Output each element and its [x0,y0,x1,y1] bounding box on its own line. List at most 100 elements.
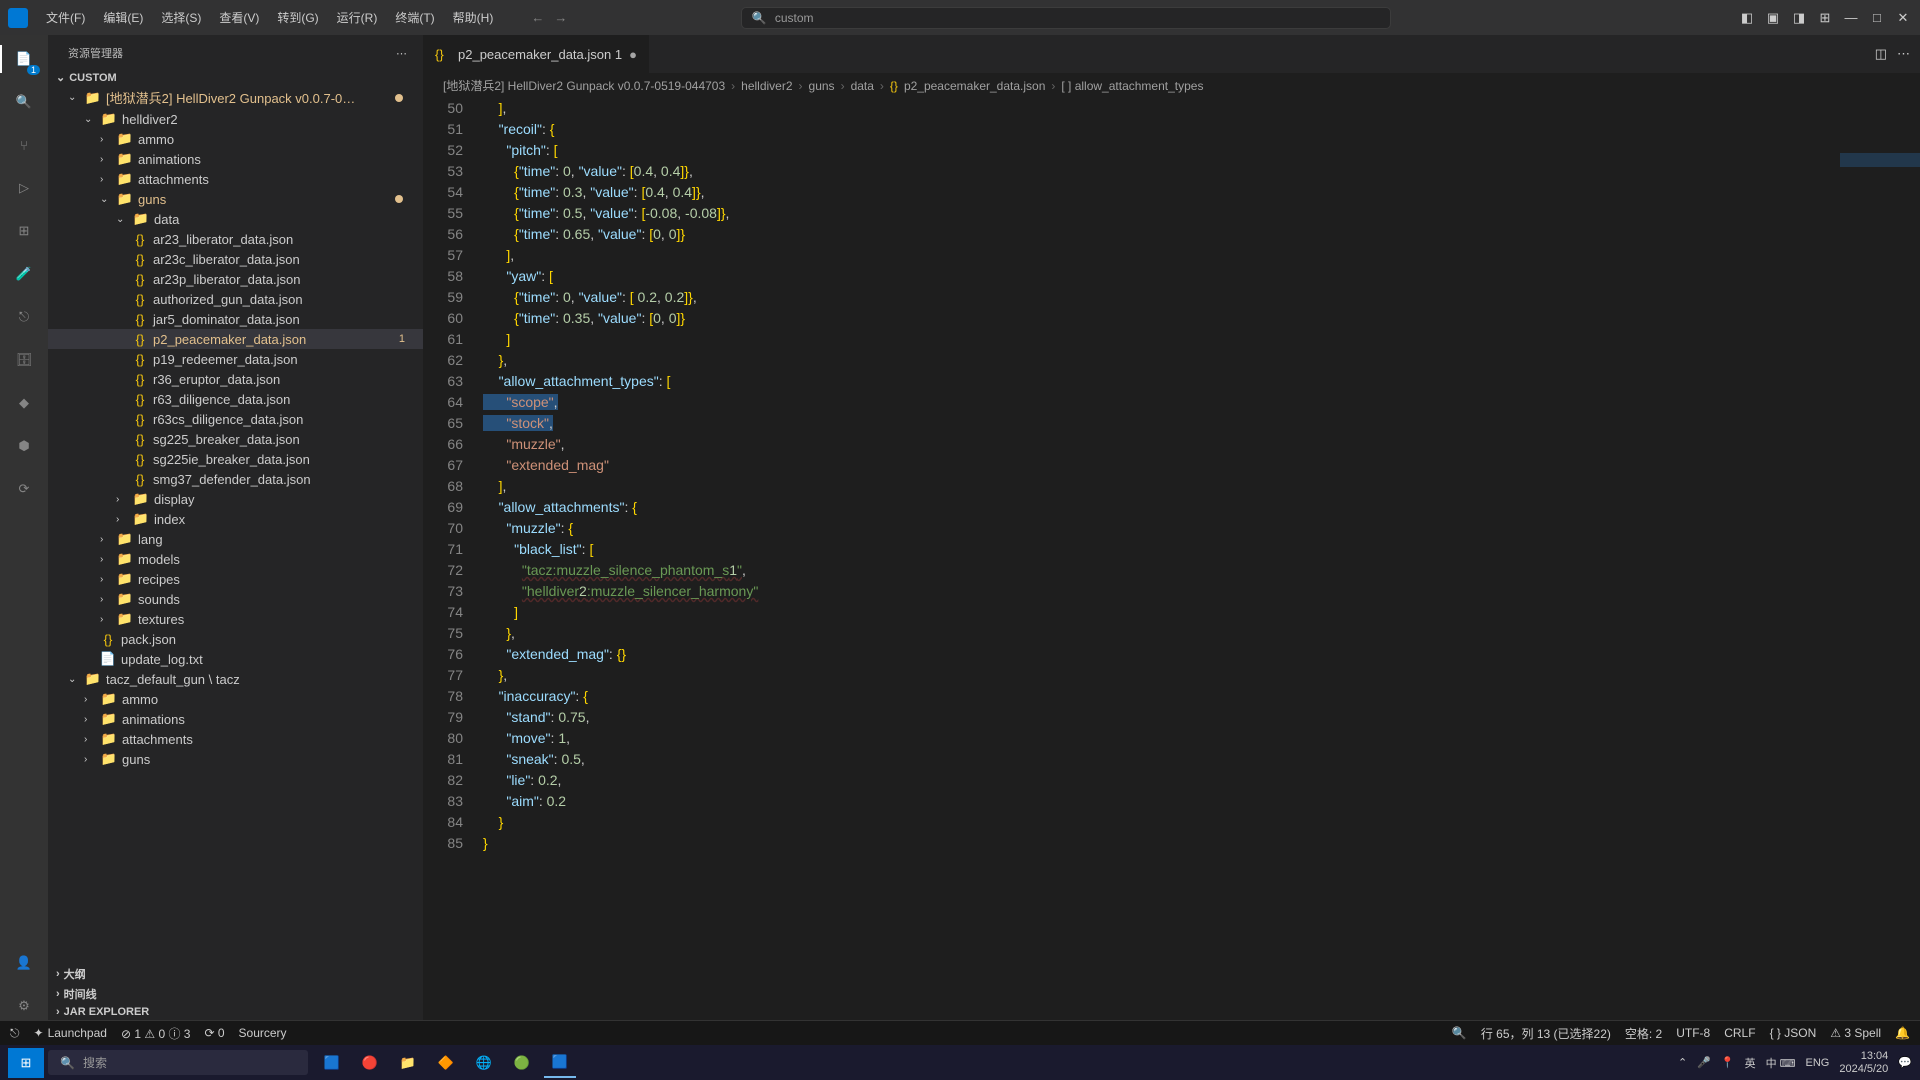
more-actions-icon[interactable]: ⋯ [1897,46,1910,62]
folder-models[interactable]: ›📁models [48,549,423,569]
maximize-icon[interactable]: □ [1868,9,1886,27]
feedback-icon[interactable]: 🔍 [1452,1026,1467,1040]
problems-status[interactable]: ⊘ 1 ⚠ 0 ⓘ 3 [121,1025,191,1042]
hexagon-icon[interactable]: ⬢ [10,432,38,460]
file-pack[interactable]: {}pack.json [48,629,423,649]
database-icon[interactable]: 🗄 [10,346,38,374]
search-activity-icon[interactable]: 🔍 [10,88,38,116]
file-update-log[interactable]: 📄update_log.txt [48,649,423,669]
source-control-icon[interactable]: ⑂ [10,131,38,159]
file-r36[interactable]: {}r36_eruptor_data.json [48,369,423,389]
menu-terminal[interactable]: 终端(T) [387,5,442,30]
spell-check[interactable]: ⚠ 3 Spell [1830,1026,1881,1040]
sidebar-more-icon[interactable]: ⋯ [396,47,407,60]
file-smg37[interactable]: {}smg37_defender_data.json [48,469,423,489]
cursor-position[interactable]: 行 65，列 13 (已选择22) [1481,1025,1611,1042]
tray-clock[interactable]: 13:04 2024/5/20 [1839,1050,1888,1076]
taskbar-file-explorer[interactable]: 📁 [392,1048,424,1078]
folder-sounds[interactable]: ›📁sounds [48,589,423,609]
section-timeline[interactable]: ›时间线 [48,984,423,1004]
folder-animations[interactable]: ›📁animations [48,149,423,169]
section-outline[interactable]: ›大纲 [48,964,423,984]
taskbar-app-1[interactable]: 🟦 [316,1048,348,1078]
ports-status[interactable]: ⟳ 0 [204,1026,224,1040]
tray-ime-mode[interactable]: 英 [1745,1055,1756,1071]
encoding[interactable]: UTF-8 [1676,1026,1710,1040]
layout-sidebar-left-icon[interactable]: ◧ [1738,9,1756,27]
taskbar-app-4[interactable]: 🟢 [506,1048,538,1078]
nav-forward-icon[interactable]: → [554,10,567,25]
layout-panel-icon[interactable]: ▣ [1764,9,1782,27]
notifications-icon[interactable]: 🔔 [1895,1026,1910,1040]
run-debug-icon[interactable]: ▷ [10,174,38,202]
project-icon[interactable]: ◆ [10,389,38,417]
taskbar-app-3[interactable]: 🔶 [430,1048,462,1078]
file-p2-peacemaker[interactable]: {}p2_peacemaker_data.json1 [48,329,423,349]
menu-file[interactable]: 文件(F) [38,5,93,30]
file-r63[interactable]: {}r63_diligence_data.json [48,389,423,409]
menu-run[interactable]: 运行(R) [329,5,386,30]
folder-animations2[interactable]: ›📁animations [48,709,423,729]
tray-language[interactable]: ENG [1806,1057,1830,1069]
folder-project[interactable]: ⌄📁[地狱潜兵2] HellDiver2 Gunpack v0.0.7-0… [48,86,423,109]
folder-textures[interactable]: ›📁textures [48,609,423,629]
eol[interactable]: CRLF [1724,1026,1755,1040]
file-sg225[interactable]: {}sg225_breaker_data.json [48,429,423,449]
tab-dirty-icon[interactable]: ● [629,47,637,62]
file-authorized[interactable]: {}authorized_gun_data.json [48,289,423,309]
file-ar23c[interactable]: {}ar23c_liberator_data.json [48,249,423,269]
nav-back-icon[interactable]: ← [531,10,544,25]
folder-tacz-default[interactable]: ⌄📁tacz_default_gun \ tacz [48,669,423,689]
tab-p2-peacemaker[interactable]: {} p2_peacemaker_data.json 1 ● [423,35,650,73]
account-icon[interactable]: 👤 [10,949,38,977]
folder-helldiver2[interactable]: ⌄📁helldiver2 [48,109,423,129]
folder-guns2[interactable]: ›📁guns [48,749,423,769]
file-r63cs[interactable]: {}r63cs_diligence_data.json [48,409,423,429]
taskbar-app-2[interactable]: 🔴 [354,1048,386,1078]
folder-lang[interactable]: ›📁lang [48,529,423,549]
file-jar5[interactable]: {}jar5_dominator_data.json [48,309,423,329]
tray-mic-icon[interactable]: 🎤 [1697,1056,1711,1069]
menu-go[interactable]: 转到(G) [269,5,326,30]
minimap[interactable] [1840,73,1920,693]
settings-icon[interactable]: ⚙ [10,992,38,1020]
folder-root[interactable]: ⌄CUSTOM [48,69,423,86]
folder-attachments2[interactable]: ›📁attachments [48,729,423,749]
start-button[interactable]: ⊞ [8,1048,44,1078]
menu-help[interactable]: 帮助(H) [445,5,502,30]
menu-edit[interactable]: 编辑(E) [95,5,151,30]
command-center-search[interactable]: 🔍 custom [741,7,1391,29]
folder-data[interactable]: ⌄📁data [48,209,423,229]
taskbar-search[interactable]: 🔍 搜索 [48,1050,308,1075]
close-icon[interactable]: ✕ [1894,9,1912,27]
menu-view[interactable]: 查看(V) [211,5,267,30]
sourcery-status[interactable]: Sourcery [239,1026,287,1040]
folder-guns[interactable]: ⌄📁guns [48,189,423,209]
folder-index[interactable]: ›📁index [48,509,423,529]
split-editor-icon[interactable]: ◫ [1875,46,1887,62]
testing-icon[interactable]: 🧪 [10,260,38,288]
folder-attachments[interactable]: ›📁attachments [48,169,423,189]
folder-ammo[interactable]: ›📁ammo [48,129,423,149]
folder-ammo2[interactable]: ›📁ammo [48,689,423,709]
menu-selection[interactable]: 选择(S) [153,5,209,30]
minimize-icon[interactable]: — [1842,9,1860,27]
taskbar-vscode[interactable]: 🟦 [544,1048,576,1078]
explorer-icon[interactable]: 📄1 [10,45,38,73]
refresh-icon[interactable]: ⟳ [10,475,38,503]
layout-customize-icon[interactable]: ⊞ [1816,9,1834,27]
language-mode[interactable]: { } JSON [1770,1026,1817,1040]
tray-ime-keyboard[interactable]: 中 ⌨ [1766,1055,1796,1071]
tray-chevron-icon[interactable]: ⌃ [1678,1056,1687,1069]
section-jar-explorer[interactable]: ›JAR EXPLORER [48,1004,423,1020]
folder-display[interactable]: ›📁display [48,489,423,509]
extensions-icon[interactable]: ⊞ [10,217,38,245]
breadcrumb[interactable]: [地狱潜兵2] HellDiver2 Gunpack v0.0.7-0519-0… [423,73,1920,98]
file-p19[interactable]: {}p19_redeemer_data.json [48,349,423,369]
file-ar23[interactable]: {}ar23_liberator_data.json [48,229,423,249]
indentation[interactable]: 空格: 2 [1625,1025,1662,1042]
file-sg225ie[interactable]: {}sg225ie_breaker_data.json [48,449,423,469]
remote-indicator[interactable]: ⎋ [10,1026,20,1041]
remote-icon[interactable]: ⎋ [10,303,38,331]
code-editor[interactable]: 5051525354555657585960616263646566676869… [423,98,1920,1020]
